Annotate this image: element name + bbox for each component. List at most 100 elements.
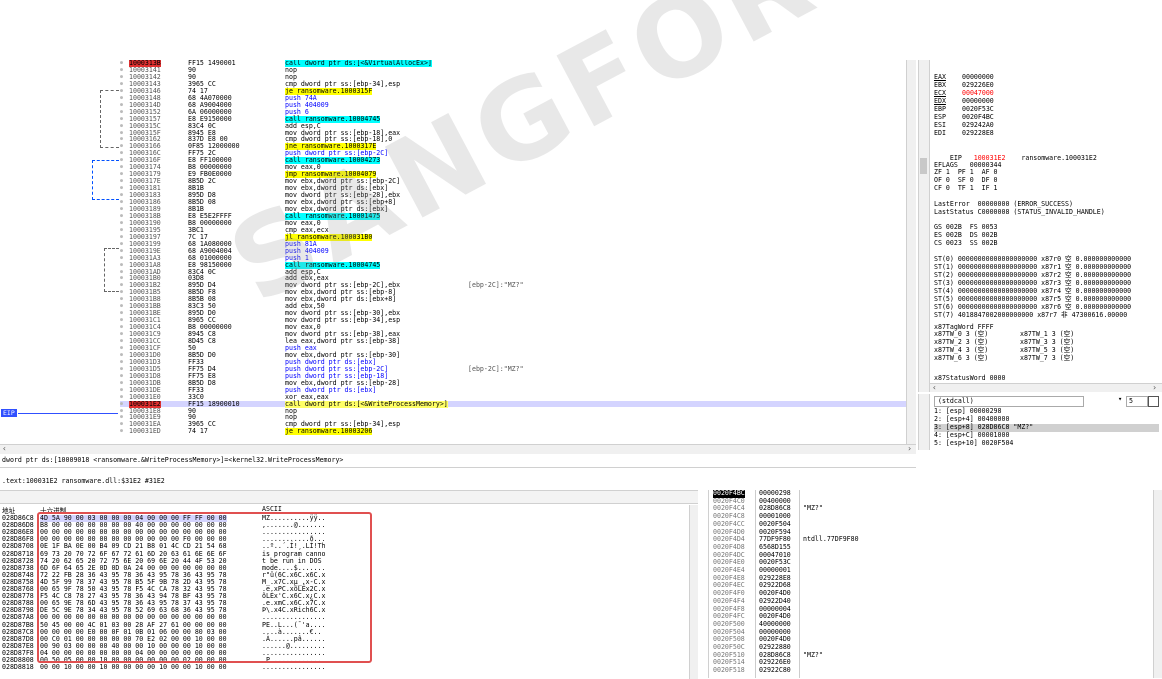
breakpoint-dot-icon[interactable]: ● bbox=[120, 296, 123, 303]
dump-row[interactable]: 028D8818 00 00 10 00 00 10 00 00 00 00 10… bbox=[0, 663, 690, 671]
disasm-row[interactable]: ● 10003197 7C 17 jl ransomware.100031B0 bbox=[120, 233, 906, 241]
breakpoint-dot-icon[interactable]: ● bbox=[120, 248, 123, 255]
disasm-row[interactable]: ● 100031E2 FF15 18900010 call dword ptr ds:… bbox=[120, 400, 906, 408]
scroll-left-icon[interactable]: ‹ bbox=[932, 383, 937, 392]
registers-vertical-scrollbar[interactable] bbox=[918, 60, 929, 392]
breakpoint-dot-icon[interactable]: ● bbox=[120, 67, 123, 74]
disasm-row[interactable]: ● 10003143 3965 CC cmp dword ptr ss:[ebp-34… bbox=[120, 80, 906, 88]
disasm-row[interactable]: ● 100031DE FF33 push dword ptr ds:[ebx] bbox=[120, 386, 906, 394]
breakpoint-dot-icon[interactable]: ● bbox=[120, 164, 123, 171]
disassembly-list[interactable]: ● 1000313B FF15 1490001 call dword ptr ds:[… bbox=[120, 60, 906, 444]
breakpoint-dot-icon[interactable]: ● bbox=[120, 352, 123, 359]
disassembly-pane[interactable]: EIP ● 1000313B FF15 1490001 call dword ptr … bbox=[0, 60, 916, 445]
disasm-row[interactable]: ● 10003152 6A 06000000 push 6 bbox=[120, 108, 906, 116]
breakpoint-dot-icon[interactable]: ● bbox=[120, 421, 123, 428]
breakpoint-dot-icon[interactable]: ● bbox=[120, 185, 123, 192]
breakpoint-dot-icon[interactable]: ● bbox=[120, 109, 123, 116]
disasm-row[interactable]: ● 10003190 B8 00000000 mov eax,0 bbox=[120, 219, 906, 227]
breakpoint-dot-icon[interactable]: ● bbox=[120, 255, 123, 262]
breakpoint-dot-icon[interactable]: ● bbox=[120, 206, 123, 213]
breakpoint-dot-icon[interactable]: ● bbox=[120, 310, 123, 317]
disasm-vertical-scrollbar[interactable] bbox=[906, 60, 916, 444]
disasm-row[interactable]: ● 100031C1 8965 CC mov dword ptr ss:[ebp-34… bbox=[120, 317, 906, 324]
breakpoint-dot-icon[interactable]: ● bbox=[120, 414, 123, 421]
breakpoint-dot-icon[interactable]: ● bbox=[120, 95, 123, 102]
disasm-row[interactable]: ● 100031A8 E8 98150000 call ransomware.1000… bbox=[120, 261, 906, 269]
breakpoint-dot-icon[interactable]: ● bbox=[120, 102, 123, 109]
disasm-row[interactable]: ● 100031D5 FF75 D4 push dword ptr ss:[ebp-2… bbox=[120, 365, 906, 373]
disasm-row[interactable]: ● 1000316F E8 FF100000 call ransomware.1000… bbox=[120, 157, 906, 165]
stack-vertical-scrollbar[interactable] bbox=[1153, 490, 1162, 678]
breakpoint-dot-icon[interactable]: ● bbox=[120, 380, 123, 387]
disasm-row[interactable]: ● 1000315F 8945 E8 mov dword ptr ss:[ebp-18… bbox=[120, 129, 906, 137]
disasm-row[interactable]: ● 100031B2 895D D4 mov dword ptr ss:[ebp-2C… bbox=[120, 282, 906, 289]
disasm-row[interactable]: ● 10003186 8B5D 08 mov ebx,dword ptr ss:[eb… bbox=[120, 199, 906, 206]
calling-convention-select[interactable]: (stdcall) bbox=[934, 396, 1084, 407]
breakpoint-dot-icon[interactable]: ● bbox=[120, 338, 123, 345]
disasm-row[interactable]: ● 1000319E 68 A9004004 push 404009 bbox=[120, 247, 906, 255]
stack-row[interactable]: 0020F518 02922C80 bbox=[711, 666, 1151, 675]
call-convention-pane[interactable]: (stdcall) ▾ 5 1: [esp] 00000298 2: [esp+4… bbox=[929, 394, 1162, 450]
disasm-row[interactable]: ● 10003174 B8 00000000 mov eax,0 bbox=[120, 164, 906, 171]
disasm-row[interactable]: ● 100031C4 B8 00000000 mov eax,0 bbox=[120, 324, 906, 331]
breakpoint-dot-icon[interactable]: ● bbox=[120, 331, 123, 338]
disasm-row[interactable]: ● 10003199 68 1A080000 push 81A bbox=[120, 240, 906, 248]
disasm-row[interactable]: ● 100031EA 3965 CC cmp dword ptr ss:[ebp-34… bbox=[120, 421, 906, 428]
lock-checkbox[interactable] bbox=[1148, 396, 1159, 407]
breakpoint-dot-icon[interactable]: ● bbox=[120, 60, 123, 67]
disasm-row[interactable]: ● 100031B5 8B5D F8 mov ebx,dword ptr ss:[eb… bbox=[120, 289, 906, 296]
breakpoint-dot-icon[interactable]: ● bbox=[120, 282, 123, 289]
breakpoint-dot-icon[interactable]: ● bbox=[120, 116, 123, 123]
disasm-row[interactable]: ● 10003146 74 17 je ransomware.1000315F bbox=[120, 87, 906, 95]
disasm-row[interactable]: ● 10003166 0F85 12000000 jne ransomware.100… bbox=[120, 143, 906, 151]
breakpoint-dot-icon[interactable]: ● bbox=[120, 234, 123, 241]
scroll-left-icon[interactable]: ‹ bbox=[2, 444, 7, 453]
breakpoint-dot-icon[interactable]: ● bbox=[120, 136, 123, 143]
disasm-row[interactable]: ● 100031C9 8945 C8 mov dword ptr ss:[ebp-38… bbox=[120, 331, 906, 338]
disasm-row[interactable]: ● 10003183 895D D8 mov dword ptr ss:[ebp-28… bbox=[120, 192, 906, 199]
disasm-row[interactable]: ● 100031B8 8B5B 08 mov ebx,dword ptr ds:[eb… bbox=[120, 296, 906, 303]
breakpoint-dot-icon[interactable]: ● bbox=[120, 81, 123, 88]
breakpoint-dot-icon[interactable]: ● bbox=[120, 178, 123, 185]
breakpoint-dot-icon[interactable]: ● bbox=[120, 213, 123, 220]
disasm-row[interactable]: ● 100031D8 FF75 E8 push dword ptr ss:[ebp-1… bbox=[120, 372, 906, 380]
breakpoint-dot-icon[interactable]: ● bbox=[120, 192, 123, 199]
breakpoint-dot-icon[interactable]: ● bbox=[120, 269, 123, 276]
disasm-row[interactable]: ● 100031ED 74 17 je ransomware.10003206 bbox=[120, 428, 906, 436]
breakpoint-dot-icon[interactable]: ● bbox=[120, 143, 123, 150]
breakpoint-dot-icon[interactable]: ● bbox=[120, 324, 123, 331]
disasm-row[interactable]: ● 1000317E 8B5D 2C mov ebx,dword ptr ss:[eb… bbox=[120, 178, 906, 185]
breakpoint-dot-icon[interactable]: ● bbox=[120, 359, 123, 366]
disasm-row[interactable]: ● 1000315C 83C4 0C add esp,C bbox=[120, 122, 906, 130]
disasm-row[interactable]: ● 1000318B E8 E5E2FFFF call ransomware.1000… bbox=[120, 212, 906, 220]
breakpoint-dot-icon[interactable]: ● bbox=[120, 171, 123, 178]
breakpoint-dot-icon[interactable]: ● bbox=[120, 157, 123, 164]
stack-pane[interactable]: 0020F4BC 00000298 0020F4C0 00400000 0020F4C4… bbox=[708, 490, 1162, 678]
breakpoint-dot-icon[interactable]: ● bbox=[120, 74, 123, 81]
disasm-row[interactable]: ● 10003142 90 nop bbox=[120, 73, 906, 81]
scroll-right-icon[interactable]: › bbox=[907, 444, 912, 453]
breakpoint-dot-icon[interactable]: ● bbox=[120, 303, 123, 310]
disasm-row[interactable]: ● 100031BB 83C3 50 add ebx,50 bbox=[120, 303, 906, 310]
disasm-row[interactable]: ● 100031CC 8D45 C8 lea eax,dword ptr ss:[eb… bbox=[120, 338, 906, 345]
breakpoint-dot-icon[interactable]: ● bbox=[120, 130, 123, 137]
breakpoint-dot-icon[interactable]: ● bbox=[120, 241, 123, 248]
chevron-down-icon[interactable]: ▾ bbox=[1118, 395, 1122, 403]
disasm-row[interactable]: ● 1000313B FF15 1490001 call dword ptr ds:[… bbox=[120, 60, 906, 67]
breakpoint-dot-icon[interactable]: ● bbox=[120, 262, 123, 269]
disasm-row[interactable]: ● 100031BE 895D D0 mov dword ptr ss:[ebp-30… bbox=[120, 310, 906, 317]
disasm-row[interactable]: ● 100031A3 68 01000000 push 1 bbox=[120, 254, 906, 262]
register-row[interactable]: EDI 029228E8 bbox=[934, 129, 1159, 138]
callconv-vertical-scrollbar[interactable] bbox=[918, 394, 929, 450]
disasm-row[interactable]: ● 100031E9 90 nop bbox=[120, 414, 906, 421]
disasm-row[interactable]: ● 10003141 90 nop bbox=[120, 66, 906, 74]
breakpoint-dot-icon[interactable]: ● bbox=[120, 199, 123, 206]
disasm-row[interactable]: ● 10003157 E8 E9150000 call ransomware.1000… bbox=[120, 115, 906, 123]
breakpoint-dot-icon[interactable]: ● bbox=[120, 366, 123, 373]
breakpoint-dot-icon[interactable]: ● bbox=[120, 394, 123, 401]
disasm-row[interactable]: ● 100031CF 50 push eax bbox=[120, 344, 906, 352]
disasm-row[interactable]: ● 100031AD 83C4 0C add esp,C bbox=[120, 268, 906, 276]
breakpoint-dot-icon[interactable]: ● bbox=[120, 401, 123, 408]
disasm-row[interactable]: ● 10003195 3BC1 cmp eax,ecx bbox=[120, 226, 906, 234]
stack-list[interactable]: 0020F4BC 00000298 0020F4C0 00400000 0020F4C4… bbox=[711, 490, 1151, 678]
